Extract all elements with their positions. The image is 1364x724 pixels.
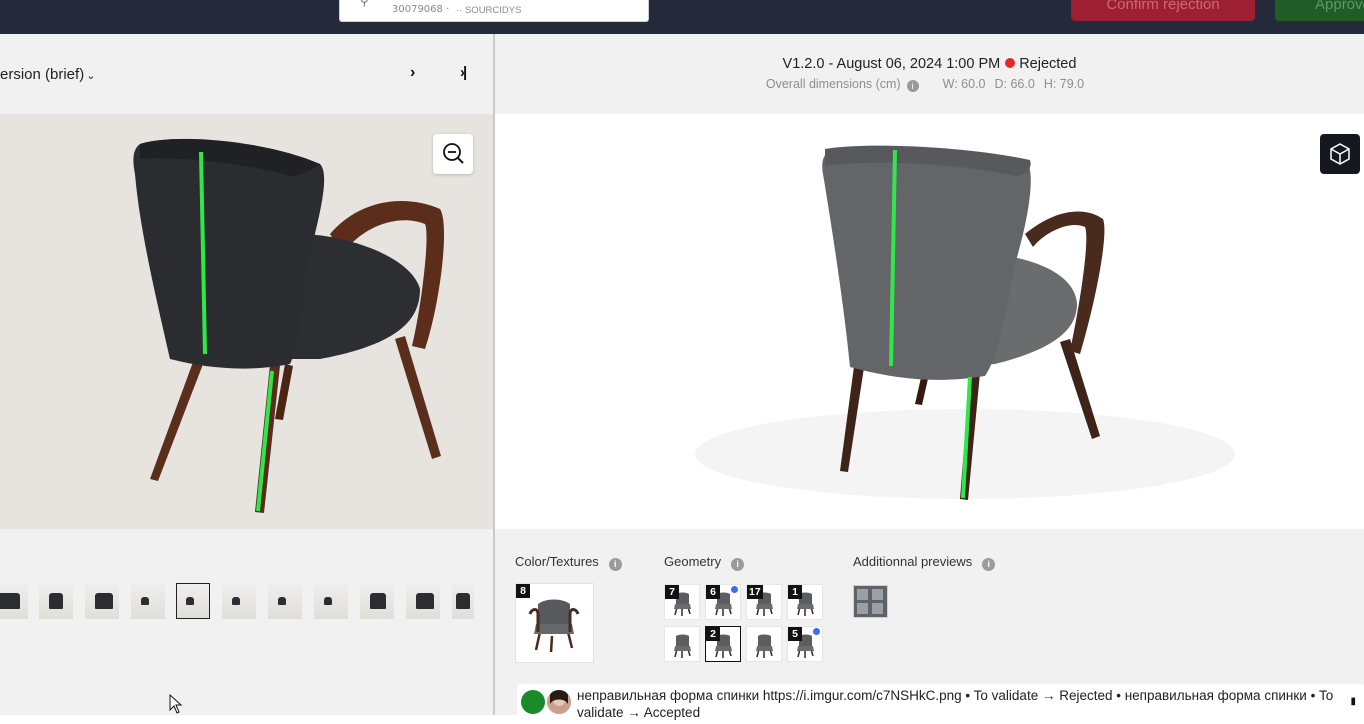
reference-thumbnail-selected[interactable] [176,583,210,619]
status-dot [1005,58,1016,68]
reference-thumbnail[interactable] [314,583,348,619]
confirm-rejection-button[interactable]: Confirm rejection [1071,0,1255,21]
chevron-down-icon: ⌄ [86,70,96,82]
3d-view-button[interactable] [1320,134,1360,174]
geometry-thumbnail[interactable] [664,626,700,662]
reference-thumbnail[interactable] [222,583,256,619]
reference-thumbnail[interactable] [406,583,440,619]
geometry-thumbnail[interactable]: 7 [664,584,700,620]
geometry-version-badge: 17 [747,585,763,599]
reference-thumbnail[interactable] [39,583,73,619]
reference-chair-image [0,114,493,529]
reference-thumbnail[interactable] [0,583,28,619]
info-icon[interactable]: i [906,80,919,92]
avatar[interactable] [547,690,571,714]
geometry-version-badge: 6 [706,585,720,599]
reference-thumbnail[interactable] [360,583,394,619]
version-status-line: V1.2.0 - August 06, 2024 1:00 PM Rejected [495,56,1364,72]
dimension-height: H: 79.0 [1043,77,1085,91]
comment-menu-icon[interactable]: ▮ [1350,696,1356,707]
search-icon: ⚲ [360,0,369,8]
reference-thumbnail[interactable] [452,583,474,619]
product-sku: 30079068 · [392,4,450,15]
color-textures-section: Color/Textures i [515,554,622,571]
info-icon[interactable]: i [608,558,622,571]
render-panel: V1.2.0 - August 06, 2024 1:00 PM Rejected… [495,34,1364,724]
info-icon[interactable]: i [731,558,745,571]
rendered-chair-image [695,145,1235,500]
additional-previews-label: Additionnal previews [853,554,973,569]
new-indicator-dot [731,586,738,593]
reference-thumbnail[interactable] [85,583,119,619]
status-label: Rejected [1019,56,1077,72]
version-label: V1.2.0 - August 06, 2024 1:00 PM [782,56,1001,72]
geometry-version-badge: 1 [788,585,802,599]
reference-panel: ersion (brief) ⌄ › ›| [0,34,493,715]
zoom-button[interactable] [433,134,473,174]
reference-thumbnail[interactable] [268,583,302,619]
geometry-thumbnail[interactable]: 1 [787,584,823,620]
geometry-section: Geometry i [664,554,745,571]
preview-grid-icon [857,589,883,614]
geometry-version-badge: 2 [706,627,720,641]
approve-button[interactable]: Approve [1275,0,1364,21]
product-search-card[interactable]: ⚲ 30079068 · ·· SOURCIDYS [339,0,649,22]
reference-thumbnail[interactable] [131,583,165,619]
new-indicator-dot [813,628,820,635]
dimension-depth: D: 66.0 [994,77,1035,91]
zoom-out-icon [443,143,464,164]
mouse-cursor-icon [169,694,183,714]
reference-photo[interactable] [0,114,493,529]
info-icon[interactable]: i [982,558,996,571]
geometry-thumbnail[interactable] [746,626,782,662]
version-dropdown-label: ersion (brief) [0,66,85,83]
geometry-label: Geometry [664,554,722,569]
additional-preview-thumbnail[interactable] [853,585,888,618]
texture-thumbnail[interactable]: 8 [515,583,594,663]
texture-count-badge: 8 [516,584,530,598]
geometry-thumbnail-selected[interactable]: 2 [705,626,741,662]
3d-render-view[interactable] [495,114,1364,529]
geometry-chair-preview [756,634,773,658]
version-dropdown[interactable]: ersion (brief) ⌄ [0,66,95,83]
avatar[interactable] [521,690,545,714]
dimensions-label: Overall dimensions (cm) [765,77,901,91]
vendor-name: ·· SOURCIDYS [456,5,522,16]
last-image-button[interactable]: ›| [460,64,467,81]
color-textures-label: Color/Textures [515,554,599,569]
geometry-version-badge: 7 [665,585,679,599]
top-bar: ⚲ 30079068 · ·· SOURCIDYS Confirm reject… [0,0,1364,34]
next-image-button[interactable]: › [410,64,415,82]
reference-thumbnails [0,583,493,621]
avatar-photo [547,690,571,714]
geometry-thumbnail[interactable]: 5 [787,626,823,662]
geometry-thumbnail[interactable]: 17 [746,584,782,620]
overall-dimensions: Overall dimensions (cm) i W: 60.0 D: 66.0 H:… [495,77,1364,92]
dimension-width: W: 60.0 [942,77,986,91]
geometry-version-badge: 5 [788,627,802,641]
comment-item: неправильная форма спинки https://i.imgu… [517,684,1364,724]
3d-cube-icon [1330,143,1350,165]
additional-previews-section: Additionnal previews i [853,554,996,571]
comment-text: неправильная форма спинки https://i.imgu… [577,688,1334,720]
geometry-chair-preview [674,634,691,658]
geometry-thumbnail[interactable]: 6 [705,584,741,620]
